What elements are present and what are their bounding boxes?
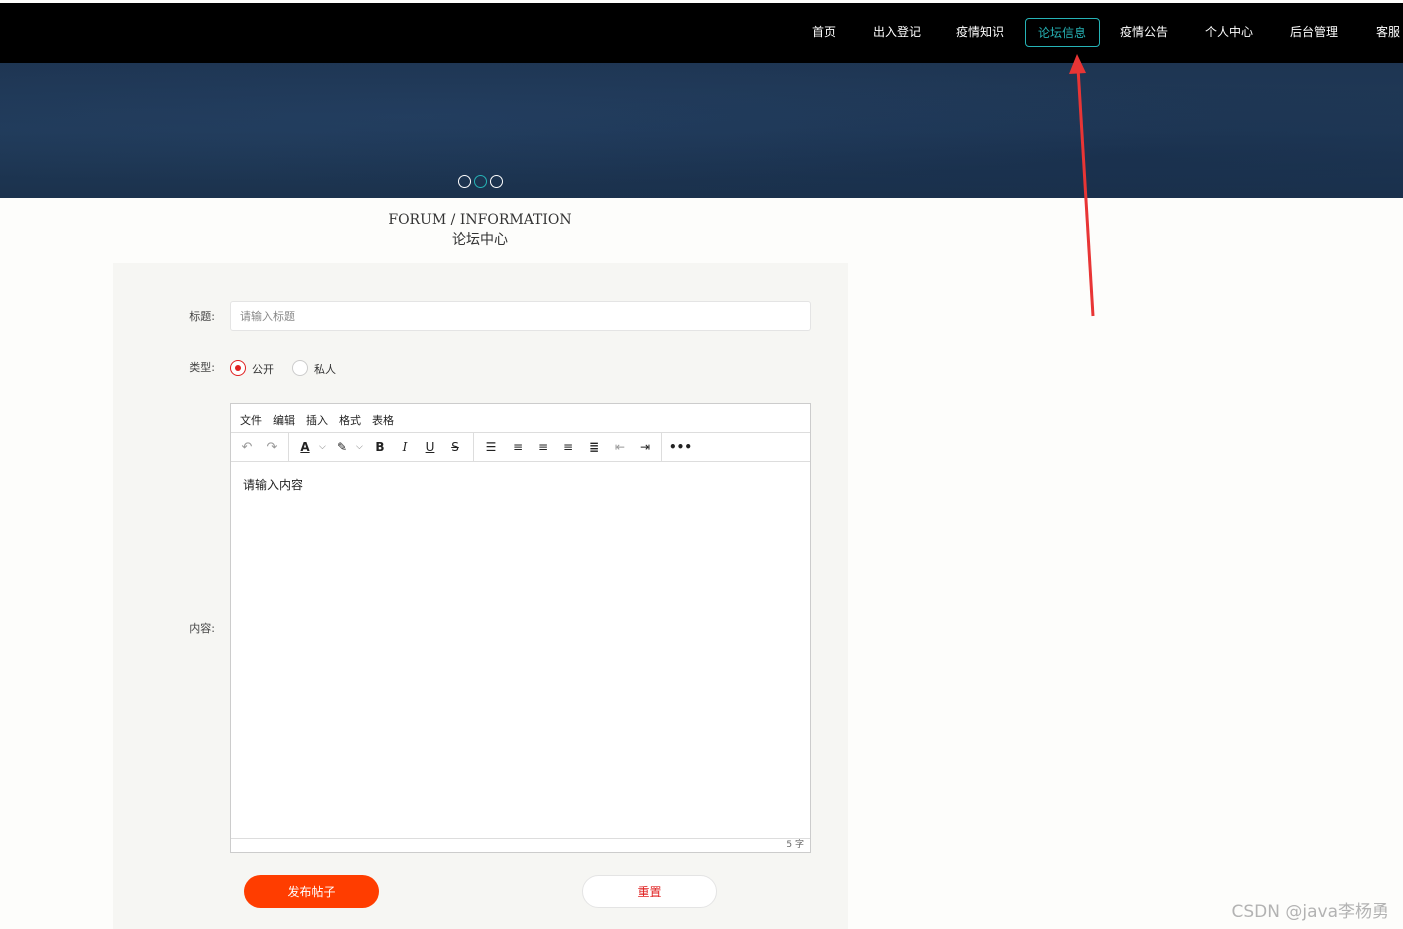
section-title: 论坛中心 (452, 232, 508, 248)
align-justify-icon[interactable]: ≣ (585, 438, 603, 457)
arrow-head (1069, 54, 1086, 74)
nav-item-personal-center[interactable]: 个人中心 (1205, 18, 1253, 47)
chevron-down-icon[interactable]: ⌵ (356, 438, 363, 457)
indent-icon[interactable]: ⇥ (636, 438, 654, 457)
radio-private-label[interactable]: 私人 (314, 361, 336, 377)
rich-text-editor: 文件 编辑 插入 格式 表格 ↶ ↷ A ⌵ ✎ ⌵ B I U S ☰ ≡ ≡… (230, 403, 811, 853)
menu-table[interactable]: 表格 (372, 412, 394, 428)
editor-menubar: 文件 编辑 插入 格式 表格 (231, 404, 810, 433)
toolbar-divider (473, 433, 474, 462)
nav-item-epidemic-notice[interactable]: 疫情公告 (1120, 18, 1168, 47)
carousel-dot[interactable] (490, 175, 503, 188)
nav-item-epidemic-knowledge[interactable]: 疫情知识 (956, 18, 1004, 47)
nav-item-customer-service[interactable]: 客服 (1376, 18, 1400, 47)
title-input[interactable] (230, 301, 811, 331)
banner-carousel (0, 63, 1403, 198)
align-center-icon[interactable]: ≡ (534, 438, 552, 457)
top-nav: 首页 出入登记 疫情知识 论坛信息 疫情公告 个人中心 后台管理 客服 (0, 3, 1403, 63)
chevron-down-icon[interactable]: ⌵ (319, 438, 326, 457)
annotation-arrow-icon (1069, 54, 1095, 317)
undo-icon[interactable]: ↶ (238, 438, 256, 457)
publish-post-button[interactable]: 发布帖子 (244, 875, 379, 908)
title-label: 标题: (189, 310, 215, 323)
strikethrough-icon[interactable]: S (447, 438, 463, 457)
editor-statusbar: 5 字 (231, 838, 810, 852)
section-title-en: FORUM / INFORMATION (388, 212, 572, 228)
highlight-icon[interactable]: ✎ (334, 438, 350, 457)
redo-icon[interactable]: ↷ (263, 438, 281, 457)
menu-insert[interactable]: 插入 (306, 412, 328, 428)
radio-private[interactable] (292, 360, 308, 376)
radio-public[interactable] (230, 360, 246, 376)
text-color-icon[interactable]: A (297, 438, 313, 457)
menu-file[interactable]: 文件 (240, 412, 262, 428)
align-right-icon[interactable]: ≡ (559, 438, 577, 457)
arrow-shaft (1076, 67, 1095, 317)
toolbar-divider (288, 433, 289, 462)
reset-button[interactable]: 重置 (582, 875, 717, 908)
nav-item-entry-registration[interactable]: 出入登记 (873, 18, 921, 47)
outdent-icon[interactable]: ⇤ (611, 438, 629, 457)
more-icon[interactable]: ••• (669, 438, 692, 457)
bullet-list-icon[interactable]: ☰ (482, 438, 500, 457)
carousel-dot[interactable] (458, 175, 471, 188)
type-label: 类型: (189, 361, 215, 374)
nav-item-admin[interactable]: 后台管理 (1290, 18, 1338, 47)
underline-icon[interactable]: U (422, 438, 438, 457)
bold-icon[interactable]: B (372, 438, 388, 457)
watermark: CSDN @java李杨勇 (1231, 902, 1390, 922)
nav-item-forum[interactable]: 论坛信息 (1025, 18, 1100, 47)
menu-edit[interactable]: 编辑 (273, 412, 295, 428)
editor-toolbar: ↶ ↷ A ⌵ ✎ ⌵ B I U S ☰ ≡ ≡ ≡ ≣ ⇤ ⇥ ••• (231, 433, 810, 462)
menu-format[interactable]: 格式 (339, 412, 361, 428)
editor-content[interactable]: 请输入内容 (243, 476, 303, 493)
nav-item-home[interactable]: 首页 (812, 18, 836, 47)
carousel-dot-active[interactable] (474, 175, 487, 188)
align-left-icon[interactable]: ≡ (509, 438, 527, 457)
word-count: 5 字 (786, 840, 804, 850)
radio-public-label[interactable]: 公开 (252, 361, 274, 377)
italic-icon[interactable]: I (397, 438, 413, 457)
content-label: 内容: (189, 622, 215, 635)
toolbar-divider (661, 433, 662, 462)
